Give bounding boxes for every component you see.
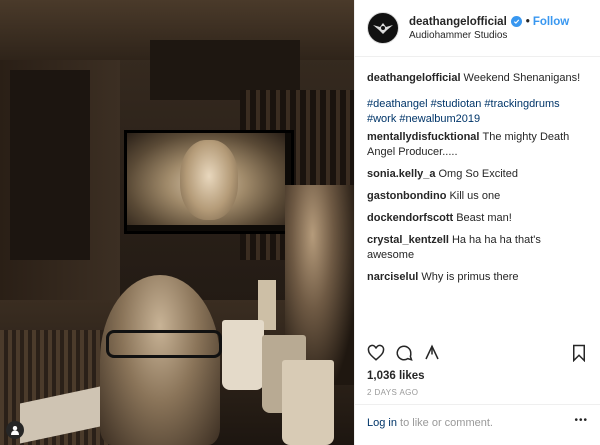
comment-username[interactable]: sonia.kelly_a [367, 168, 436, 180]
comment-text: Why is primus there [421, 271, 519, 283]
verified-badge-icon [510, 16, 522, 27]
comment-username[interactable]: mentallydisfucktional [367, 131, 479, 143]
location-link[interactable]: Audiohammer Studios [409, 30, 569, 41]
glasses [106, 330, 222, 358]
band-logo-icon [373, 23, 393, 34]
comment: narciselul Why is primus there [367, 270, 588, 285]
tv-face [180, 140, 238, 220]
username-link[interactable]: deathangelofficial [409, 16, 507, 28]
post-timestamp[interactable]: 2 DAYS AGO [367, 388, 418, 397]
comment: crystal_kentzell Ha ha ha ha that's aweso… [367, 233, 588, 263]
person-selfie [100, 275, 220, 445]
comment: mentallydisfucktional The mighty Death An… [367, 130, 588, 160]
caption: deathangelofficial Weekend Shenanigans! [367, 71, 588, 86]
comment-text: Beast man! [456, 212, 512, 224]
more-options-button[interactable]: ••• [574, 415, 588, 426]
bookmark-icon[interactable] [570, 344, 588, 362]
cup [222, 320, 264, 390]
comment-username[interactable]: narciselul [367, 271, 418, 283]
comment-text: Omg So Excited [438, 168, 518, 180]
heart-icon[interactable] [367, 344, 385, 362]
post-header: deathangelofficial • Follow Audiohammer … [355, 0, 600, 57]
comment: gastonbondino Kill us one [367, 189, 588, 204]
tagged-user-icon[interactable] [6, 421, 24, 439]
comment-username[interactable]: dockendorfscott [367, 212, 453, 224]
comment-text: Kill us one [449, 190, 501, 202]
login-text: to like or comment. [396, 417, 493, 429]
hashtags: #deathangel #studiotan #trackingdrums #w… [367, 97, 588, 127]
action-bar [367, 344, 588, 364]
post-sidebar: deathangelofficial • Follow Audiohammer … [354, 0, 600, 445]
comment-bubble-icon[interactable] [395, 344, 413, 362]
instagram-post: deathangelofficial • Follow Audiohammer … [0, 0, 600, 445]
login-link[interactable]: Log in [367, 417, 397, 429]
follow-button[interactable]: Follow [533, 16, 569, 28]
hashtags-line[interactable]: #work #newalbum2019 [367, 112, 588, 127]
likes-count[interactable]: 1,036 likes [367, 370, 425, 382]
cup [282, 360, 334, 445]
login-prompt: Log in to like or comment. [355, 404, 600, 441]
comment-username[interactable]: gastonbondino [367, 190, 446, 202]
post-photo[interactable] [0, 0, 354, 445]
separator-dot: • [525, 15, 530, 28]
share-icon[interactable] [423, 344, 441, 362]
comments-list: deathangelofficial Weekend Shenanigans! #… [355, 71, 600, 285]
comment: sonia.kelly_a Omg So Excited [367, 167, 588, 182]
comment: dockendorfscott Beast man! [367, 211, 588, 226]
comment-username[interactable]: crystal_kentzell [367, 234, 449, 246]
acoustic-panel [10, 70, 90, 260]
hashtags-line[interactable]: #deathangel #studiotan #trackingdrums [367, 97, 588, 112]
caption-username[interactable]: deathangelofficial [367, 72, 461, 84]
caption-text: Weekend Shenanigans! [463, 72, 581, 84]
avatar[interactable] [367, 12, 399, 44]
